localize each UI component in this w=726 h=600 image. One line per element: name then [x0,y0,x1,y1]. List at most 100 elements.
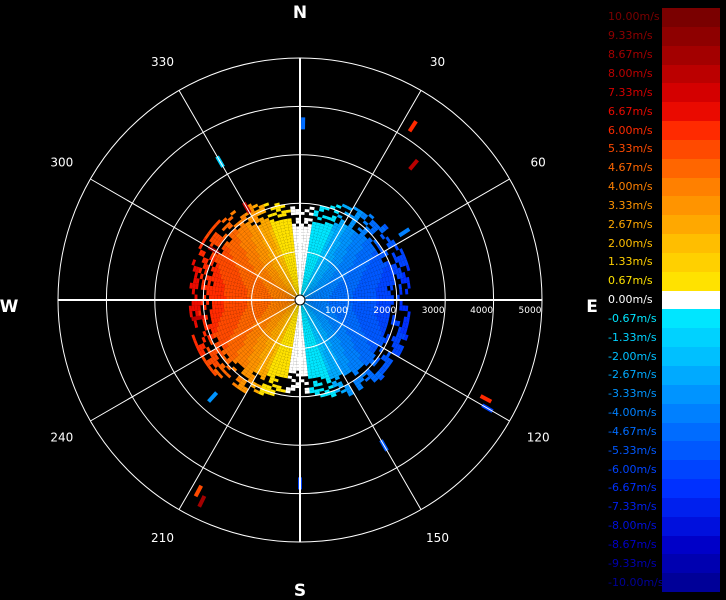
colorbar-label: -10.00m/s [608,575,664,589]
colorbar-swatch [662,83,720,103]
echo-bin [209,309,213,315]
echo-bin [189,311,193,318]
echo-bin [327,301,330,304]
echo-bin [329,301,333,304]
echo-bin [290,212,296,216]
echo-bin [191,288,196,295]
echo-bin [273,378,279,383]
echo-bin [370,292,374,297]
echo-bin [223,292,227,297]
echo-bin [318,387,325,392]
echo-bin [296,329,299,333]
azimuth-label: 120 [527,431,550,445]
echo-bin [402,305,406,311]
echo-bin [335,296,339,299]
echo-bin [358,293,362,297]
echo-bin [379,233,386,240]
echo-bin [381,291,386,296]
echo-bin [227,215,234,222]
colorbar-label: -6.00m/s [608,462,657,476]
echo-bin [291,244,295,248]
echo-bin [244,288,248,292]
echo-bin [290,355,295,359]
echo-bin [358,290,362,294]
echo-bin [285,209,291,213]
echo-bin [271,212,278,217]
echo-bin [290,358,294,362]
echo-bin [226,288,231,293]
echo-bin [226,292,230,297]
colorbar-swatch [662,384,720,405]
echo-bin [291,352,295,356]
echo-bin [305,349,309,353]
echo-bin [241,287,246,292]
echo-bin [247,291,251,295]
echo-bin [308,244,312,248]
echo-bin [327,296,330,299]
echo-bin [398,283,402,290]
echo-bin [337,214,343,219]
echo-bin [335,301,339,304]
colorbar-label: -1.33m/s [608,330,657,344]
echo-bin [238,290,242,294]
echo-bin [252,304,256,308]
echo-bin [294,350,298,354]
colorbar-swatch [662,64,720,84]
echo-bin [293,361,297,365]
colorbar-label: -2.67m/s [608,368,657,382]
echo-bin [247,305,251,309]
echo-bin [361,303,365,307]
echo-bin [302,350,306,354]
echo-bin [290,387,296,391]
echo-bin [292,364,297,368]
colorbar-label: 2.67m/s [608,217,653,231]
colorbar-swatch [662,328,720,348]
echo-bin [296,264,299,268]
echo-bin [232,292,236,297]
echo-bin [244,305,248,309]
echo-bin [302,344,305,348]
echo-bin [309,357,313,362]
echo-bin [277,213,283,218]
echo-bin [238,293,242,297]
echo-bin [285,387,291,391]
echo-bin [253,388,260,394]
echo-bin [307,366,312,371]
echo-bin [303,364,308,368]
echo-bin [352,308,356,312]
echo-bin [306,232,311,236]
echo-bin [288,352,292,356]
echo-bin [296,327,299,330]
echo-bin [364,289,368,294]
echo-bin [306,358,310,362]
echo-bin [305,247,309,251]
colorbar-label: 7.33m/s [608,85,653,99]
azimuth-label: 210 [151,531,174,545]
echo-bin [304,209,310,213]
colorbar-label: 2.00m/s [608,236,653,250]
echo-bin [246,302,250,306]
echo-bin [287,221,292,225]
echo-bin [304,387,310,391]
echo-bin [293,238,297,242]
echo-bin [349,305,353,309]
cardinal-label-north: N [293,3,307,23]
echo-bin [357,287,362,291]
echo-bin [241,290,245,295]
echo-bin [238,287,243,291]
echo-bin [243,294,248,298]
echo-bin [408,158,419,171]
echo-bin [332,301,336,304]
echo-bin [341,295,345,298]
echo-bin [212,290,216,296]
echo-bin [287,375,292,379]
echo-bin [305,241,310,245]
echo-bin [296,261,299,265]
colorbar-swatch [662,422,720,442]
echo-bin [244,308,248,312]
echo-bin [364,292,368,297]
echo-bin [264,301,268,304]
echo-bin [389,285,394,291]
echo-bin [341,302,345,305]
echo-bin [292,223,297,227]
